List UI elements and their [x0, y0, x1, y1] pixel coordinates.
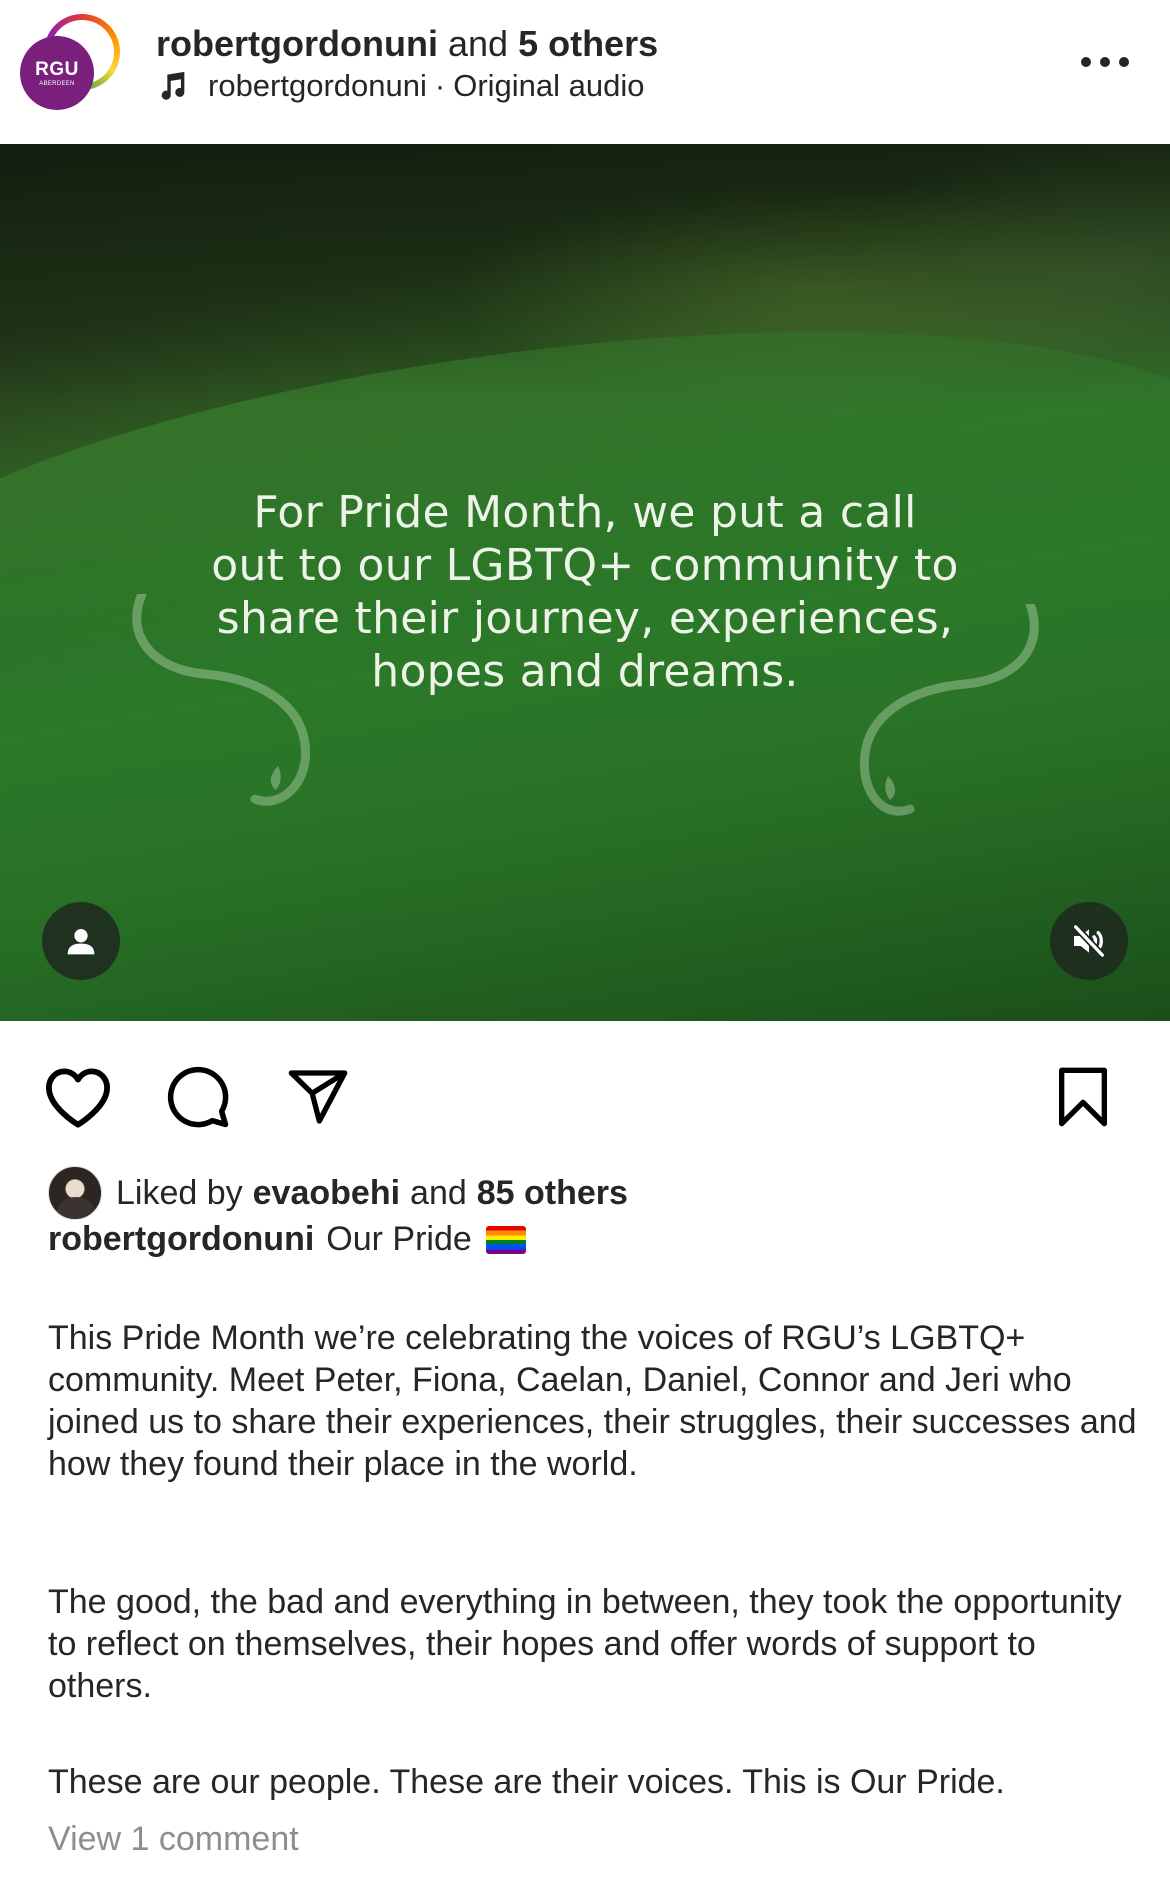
likes-and: and — [410, 1173, 467, 1212]
caption-paragraph: The good, the bad and everything in betw… — [48, 1583, 1122, 1705]
caption-paragraph: These are our people. These are their vo… — [48, 1763, 1005, 1801]
likes-prefix: Liked by — [116, 1173, 243, 1212]
overlay-line: For Pride Month, we put a call — [253, 487, 917, 538]
mute-toggle-button[interactable] — [1050, 902, 1128, 980]
overlay-line: share their journey, experiences, — [216, 593, 954, 644]
overlay-line: hopes and dreams. — [371, 646, 799, 697]
caption-title-line: robertgordonuni Our Pride — [48, 1220, 526, 1259]
liker-username[interactable]: evaobehi — [253, 1174, 400, 1213]
overlay-line: out to our LGBTQ+ community to — [211, 540, 959, 591]
author-username[interactable]: robertgordonuni — [156, 23, 438, 64]
audio-title: Original audio — [453, 68, 645, 103]
profile-avatar[interactable]: RGU ABERDEEN — [20, 14, 120, 114]
like-button[interactable] — [40, 1059, 116, 1135]
liker-avatar — [48, 1166, 102, 1220]
background-trees — [0, 144, 1170, 404]
post-header: RGU ABERDEEN robertgordonuni and 5 other… — [0, 0, 1170, 144]
save-button[interactable] — [1045, 1059, 1121, 1135]
likes-count[interactable]: 85 others — [477, 1174, 628, 1213]
likes-summary[interactable]: Liked by evaobehi and 85 others — [48, 1166, 628, 1220]
post-authors: robertgordonuni and 5 others — [156, 22, 658, 66]
caption-title: Our Pride — [326, 1220, 472, 1258]
collaborators-link[interactable]: 5 others — [518, 23, 658, 64]
header-text: robertgordonuni and 5 others robertgordo… — [156, 22, 658, 106]
audio-info[interactable]: robertgordonuni · Original audio — [156, 66, 658, 106]
rainbow-flag-icon — [485, 1225, 526, 1254]
logo-subtext: ABERDEEN — [39, 80, 75, 87]
share-button[interactable] — [280, 1059, 356, 1135]
audio-separator: · — [434, 68, 446, 103]
muted-speaker-icon — [1072, 923, 1106, 959]
paper-plane-icon — [288, 1070, 348, 1124]
caption-paragraph: This Pride Month we’re celebrating the v… — [48, 1319, 1137, 1483]
comment-button[interactable] — [160, 1059, 236, 1135]
heart-icon — [46, 1068, 110, 1128]
rgu-logo: RGU ABERDEEN — [20, 36, 94, 110]
post-actions — [0, 1021, 1170, 1171]
bookmark-icon — [1058, 1067, 1107, 1127]
authors-and: and — [447, 23, 509, 64]
audio-username: robertgordonuni — [208, 68, 427, 103]
caption-username[interactable]: robertgordonuni — [48, 1220, 314, 1259]
logo-text: RGU — [35, 58, 79, 80]
view-comments-link[interactable]: View 1 comment — [48, 1820, 299, 1859]
post-video[interactable]: For Pride Month, we put a call out to ou… — [0, 144, 1170, 1021]
person-icon — [67, 929, 95, 955]
music-note-icon — [161, 71, 185, 100]
more-options-button[interactable] — [1070, 40, 1140, 84]
video-overlay-text: For Pride Month, we put a call out to ou… — [160, 486, 1010, 698]
comment-bubble-icon — [167, 1066, 229, 1128]
tagged-users-button[interactable] — [42, 902, 120, 980]
more-horizontal-icon — [1081, 57, 1129, 67]
